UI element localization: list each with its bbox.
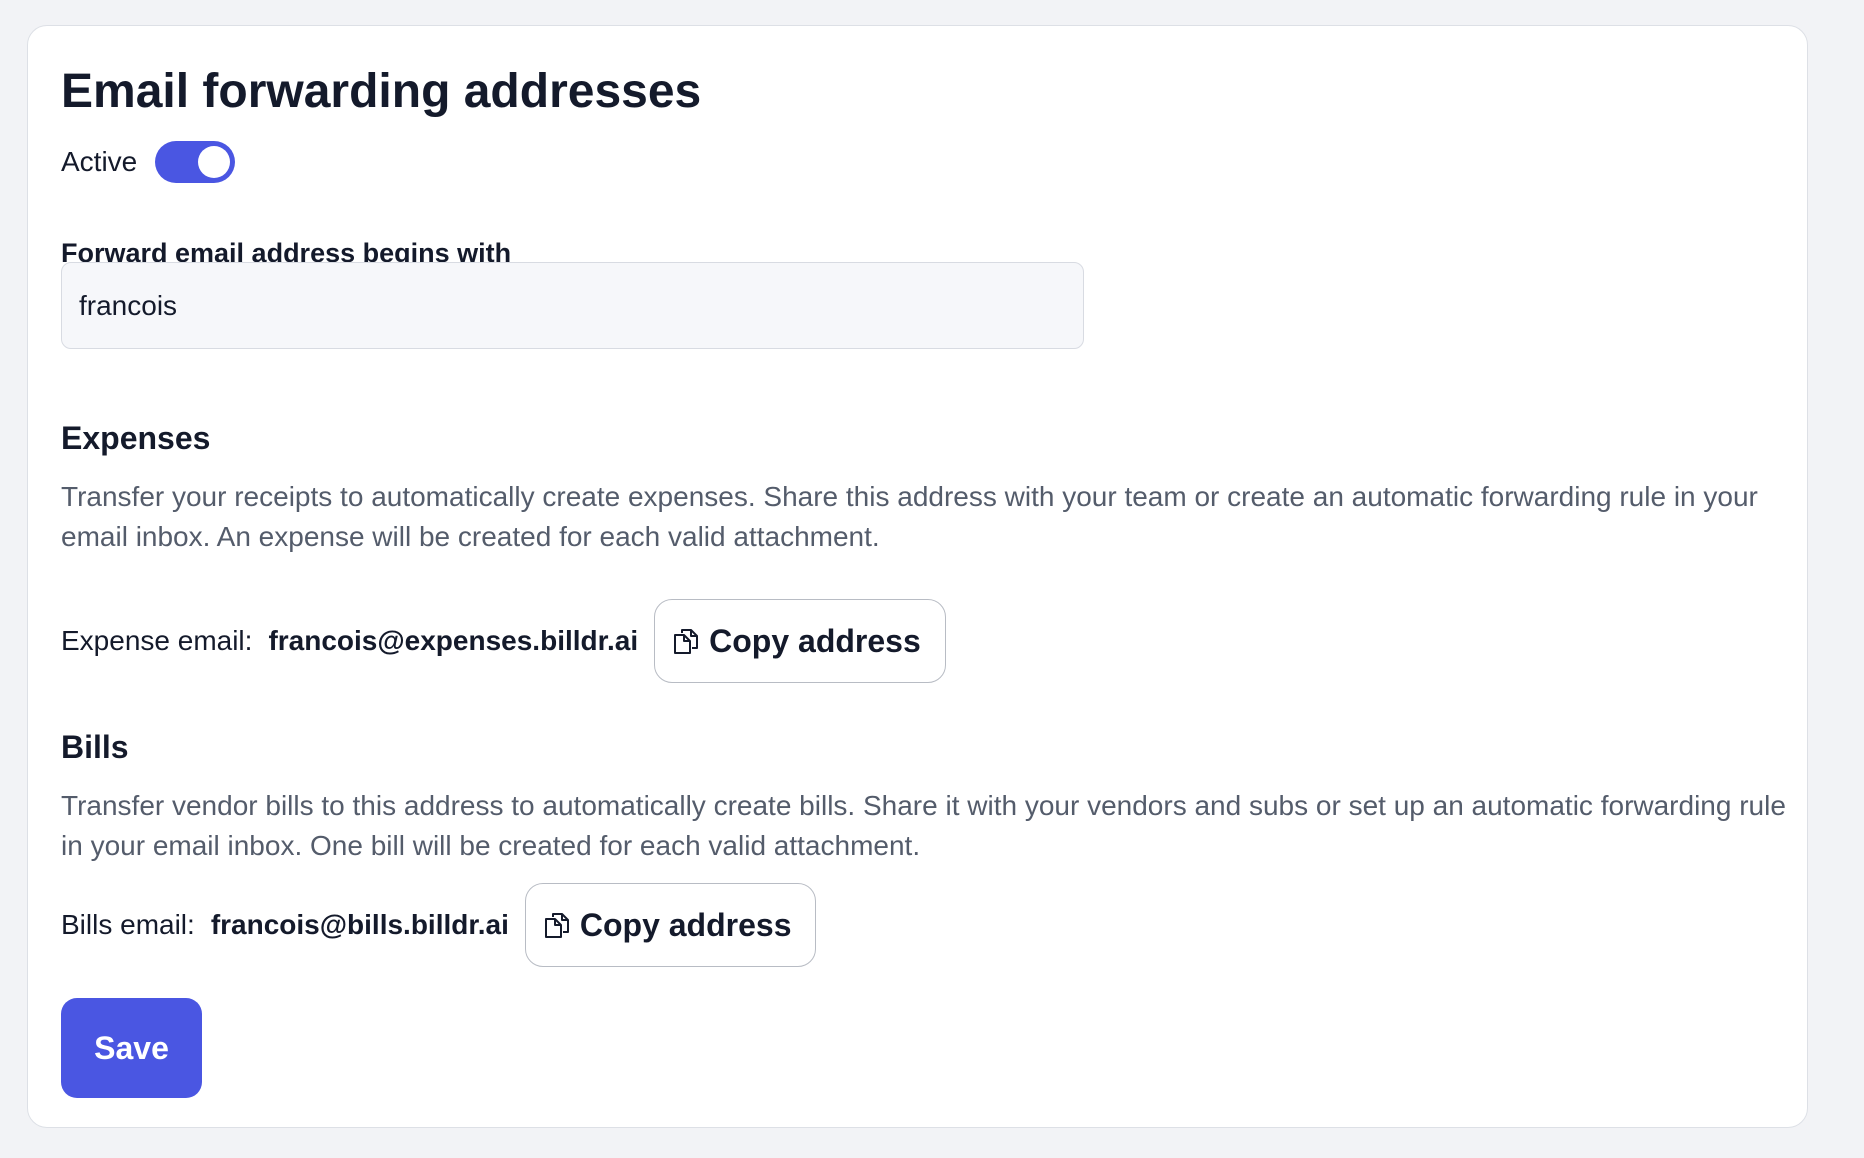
copy-expense-address-label: Copy address: [709, 622, 921, 659]
page-title: Email forwarding addresses: [61, 65, 702, 118]
active-toggle[interactable]: [155, 140, 236, 183]
expense-email-value: francois@expenses.billdr.ai: [268, 625, 639, 656]
copy-expense-address-button[interactable]: Copy address: [654, 599, 946, 683]
copy-bills-address-label: Copy address: [579, 906, 792, 943]
active-label: Active: [61, 145, 138, 177]
bills-email-row: Bills email: francois@bills.billdr.ai Co…: [61, 883, 817, 967]
bills-email-label: Bills email:: [61, 909, 195, 940]
bills-description: Transfer vendor bills to this address to…: [61, 790, 1786, 861]
copy-icon: [544, 913, 569, 938]
expenses-description: Transfer your receipts to automatically …: [61, 481, 1758, 552]
copy-icon: [674, 629, 699, 654]
save-button[interactable]: Save: [61, 998, 202, 1098]
settings-card: Email forwarding addresses Active Forwar…: [27, 25, 1808, 1128]
toggle-knob: [198, 145, 231, 178]
expenses-section-title: Expenses: [61, 420, 211, 456]
expense-email-row: Expense email: francois@expenses.billdr.…: [61, 599, 946, 683]
bills-section-title: Bills: [61, 729, 129, 765]
active-toggle-row: Active: [61, 139, 236, 184]
bills-email-value: francois@bills.billdr.ai: [210, 909, 509, 940]
expense-email-label: Expense email:: [61, 625, 253, 656]
prefix-input[interactable]: [61, 262, 1084, 349]
copy-bills-address-button[interactable]: Copy address: [524, 883, 817, 967]
